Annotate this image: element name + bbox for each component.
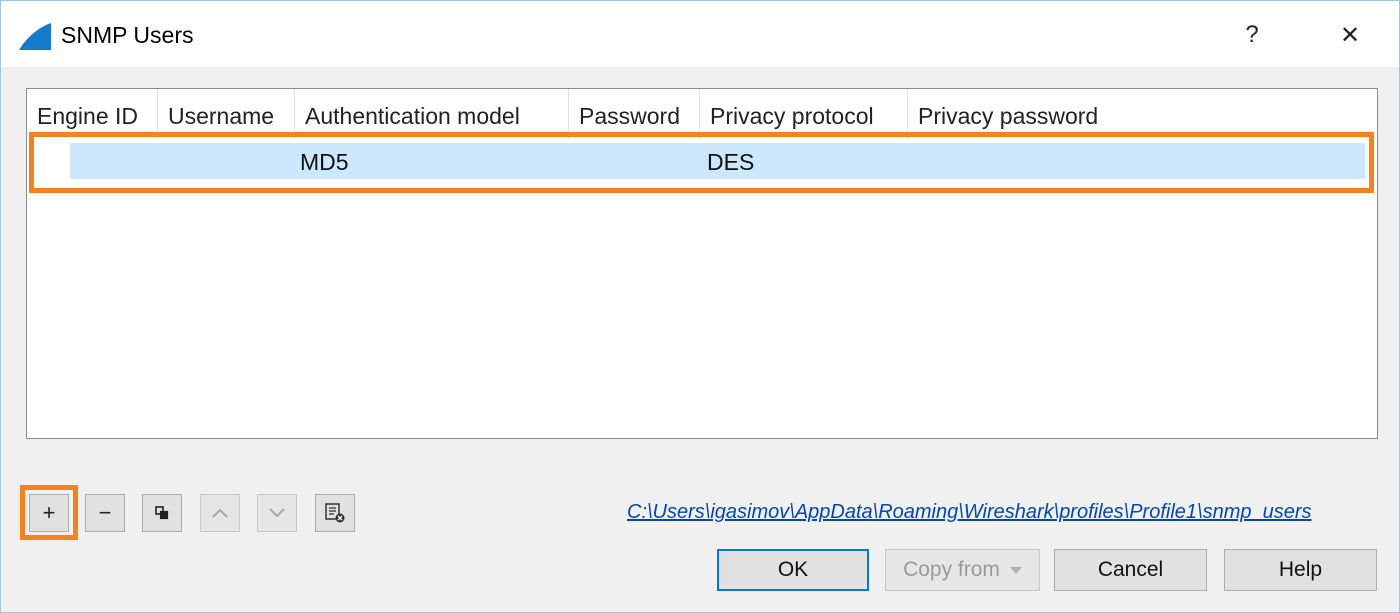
- column-header-authentication-model[interactable]: Authentication model: [295, 89, 569, 139]
- clear-list-icon: [325, 503, 345, 523]
- cancel-button[interactable]: Cancel: [1054, 549, 1207, 591]
- cell-authentication-model[interactable]: MD5: [300, 149, 349, 176]
- wireshark-fin-icon: [19, 23, 51, 50]
- column-header-password[interactable]: Password: [569, 89, 700, 139]
- clear-button[interactable]: [315, 494, 355, 532]
- ok-button[interactable]: OK: [717, 549, 869, 591]
- title-bar: SNMP Users ? ✕: [1, 1, 1399, 67]
- window-title: SNMP Users: [61, 22, 194, 48]
- table-header: Engine ID Username Authentication model …: [27, 89, 1377, 139]
- move-down-button[interactable]: [257, 494, 297, 532]
- config-file-path-link[interactable]: C:\Users\igasimov\AppData\Roaming\Wiresh…: [627, 501, 1379, 524]
- copy-from-button[interactable]: Copy from: [885, 549, 1040, 591]
- help-title-button[interactable]: ?: [1229, 13, 1275, 57]
- remove-button[interactable]: −: [85, 494, 125, 532]
- close-icon[interactable]: ✕: [1327, 13, 1373, 57]
- move-up-button[interactable]: [200, 494, 240, 532]
- column-header-engine-id[interactable]: Engine ID: [27, 89, 158, 139]
- column-header-privacy-password[interactable]: Privacy password: [908, 89, 1375, 139]
- add-button[interactable]: +: [29, 494, 69, 532]
- help-button[interactable]: Help: [1224, 549, 1377, 591]
- column-header-privacy-protocol[interactable]: Privacy protocol: [700, 89, 908, 139]
- column-header-username[interactable]: Username: [158, 89, 295, 139]
- snmp-users-dialog: SNMP Users ? ✕ Engine ID Username Authen…: [0, 0, 1400, 613]
- chevron-up-icon: [212, 508, 228, 518]
- snmp-users-table[interactable]: Engine ID Username Authentication model …: [26, 88, 1378, 439]
- chevron-down-icon: [1009, 566, 1022, 574]
- copy-icon: [155, 506, 169, 520]
- copy-from-label: Copy from: [903, 558, 1000, 581]
- chevron-down-icon: [269, 508, 285, 518]
- table-row[interactable]: MD5 DES: [70, 143, 1365, 179]
- copy-button[interactable]: [142, 494, 182, 532]
- cell-privacy-protocol[interactable]: DES: [707, 149, 754, 176]
